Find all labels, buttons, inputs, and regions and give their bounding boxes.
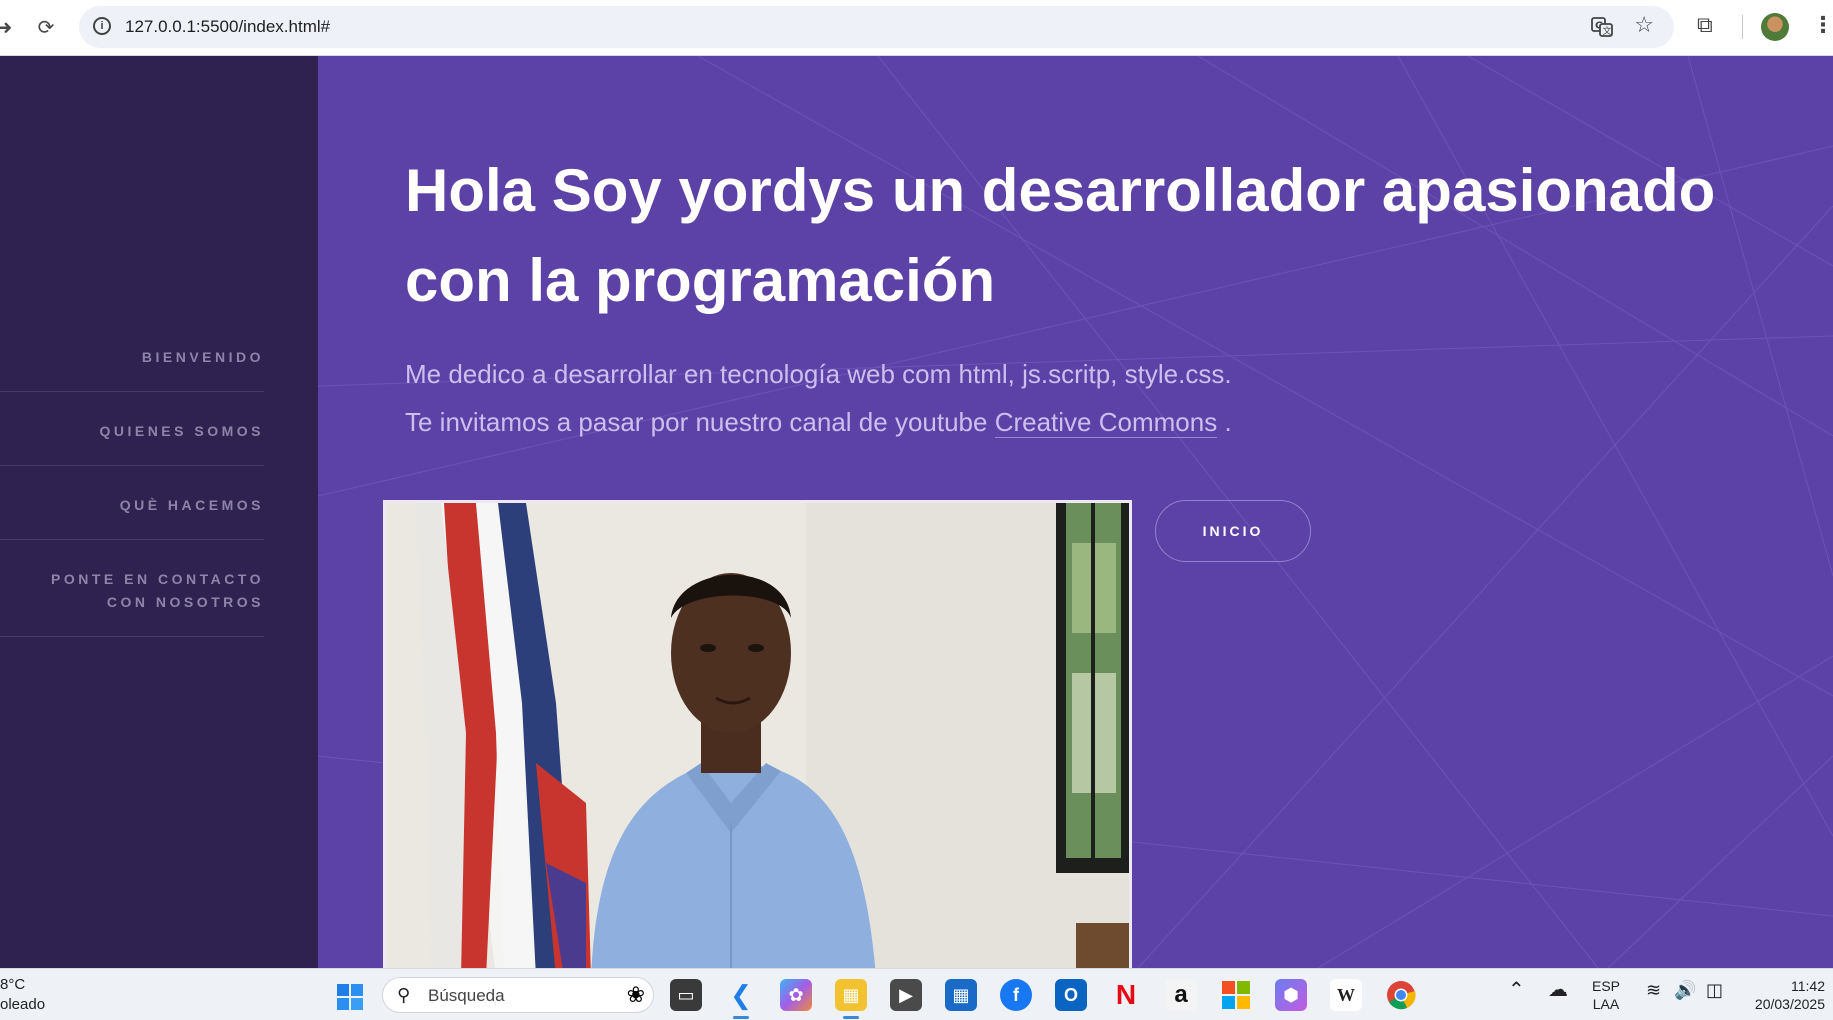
microsoft-store-icon[interactable]: ▦ <box>945 979 977 1011</box>
profile-photo <box>383 500 1132 968</box>
forward-icon[interactable]: ➜ <box>0 14 18 42</box>
language-code: ESP <box>1592 978 1621 994</box>
address-bar[interactable]: i 127.0.0.1:5500/index.html# G 文 ☆ <box>79 6 1674 48</box>
hero-headline: Hola Soy yordys un desarrollador apasion… <box>405 157 1716 314</box>
clock-date: 20/03/2025 <box>1754 996 1825 1012</box>
file-explorer-icon[interactable]: ▦ <box>835 979 867 1019</box>
creative-commons-link[interactable]: Creative Commons <box>994 407 1218 438</box>
sidebar-item-quienes-somos[interactable]: QUIENES SOMOS <box>0 420 264 466</box>
intro-line-1: Me dedico a desarrollar en tecnología we… <box>405 359 1232 389</box>
battery-icon[interactable]: ◫ <box>1706 981 1723 999</box>
translate-icon[interactable]: G 文 <box>1590 15 1614 39</box>
weather-description: oleado <box>0 996 46 1013</box>
microsoft-365-icon[interactable] <box>1220 979 1252 1011</box>
media-player-icon[interactable]: ▶ <box>890 979 922 1011</box>
intro-line-2-suffix: . <box>1224 407 1232 437</box>
menu-kebab-icon[interactable]: ⋮ <box>1812 12 1833 38</box>
weather-temperature: 8°C <box>0 976 26 993</box>
search-placeholder: Búsqueda <box>428 986 505 1005</box>
wifi-icon[interactable]: ≋ <box>1646 981 1661 999</box>
language-indicator[interactable]: ESP LAA <box>1592 977 1620 1013</box>
amazon-icon[interactable]: a <box>1165 979 1197 1011</box>
weather-widget[interactable]: 8°C oleado <box>0 975 45 1015</box>
main-content: Hola Soy yordys un desarrollador apasion… <box>318 56 1833 968</box>
copilot-icon[interactable]: ✿ <box>780 979 812 1011</box>
bookmark-star-icon[interactable]: ☆ <box>1634 12 1654 38</box>
clock-time: 11:42 <box>1791 978 1825 994</box>
sidebar-item-contacto[interactable]: PONTE EN CONTACTO CON NOSOTROS <box>0 568 264 637</box>
vscode-icon[interactable]: ❮ <box>725 979 757 1019</box>
facebook-icon[interactable]: f <box>1000 979 1032 1011</box>
sidebar-nav: BIENVENIDO QUIENES SOMOS QUÈ HACEMOS PON… <box>0 346 264 665</box>
outlook-icon[interactable]: O <box>1055 979 1087 1011</box>
keyboard-layout: LAA <box>1592 996 1620 1012</box>
sidebar-item-bienvenido[interactable]: BIENVENIDO <box>0 346 264 392</box>
extensions-icon[interactable]: ⧉ <box>1697 12 1713 38</box>
intro-line-2-prefix: Te invitamos a pasar por nuestro canal d… <box>405 407 988 437</box>
file-explorer-dark-icon[interactable]: ▭ <box>670 979 702 1011</box>
windows-start-icon[interactable] <box>336 983 364 1011</box>
show-hidden-icons-chevron-icon[interactable]: ⌃ <box>1508 980 1525 1000</box>
svg-text:文: 文 <box>1603 25 1612 37</box>
volume-icon[interactable]: 🔊 <box>1674 981 1696 999</box>
web-page: BIENVENIDO QUIENES SOMOS QUÈ HACEMOS PON… <box>0 56 1833 968</box>
hero-intro: Me dedico a desarrollar en tecnología we… <box>405 350 1605 446</box>
onedrive-icon[interactable]: ☁ <box>1548 980 1568 1000</box>
search-highlight-icon: ❀ <box>626 982 645 1007</box>
url-text[interactable]: 127.0.0.1:5500/index.html# <box>125 17 330 37</box>
browser-toolbar: ➜ ⟳ i 127.0.0.1:5500/index.html# G 文 ☆ ⧉… <box>0 0 1833 56</box>
search-icon: ⚲ <box>397 985 411 1005</box>
chrome-icon[interactable] <box>1385 979 1417 1011</box>
inicio-button[interactable]: INICIO <box>1155 500 1311 562</box>
copilot-app-icon[interactable]: ⬢ <box>1275 979 1307 1011</box>
taskbar-search[interactable]: ⚲ Búsqueda ❀ <box>382 977 654 1013</box>
netflix-icon[interactable]: N <box>1110 979 1142 1011</box>
wikipedia-icon[interactable]: W <box>1330 979 1362 1011</box>
sidebar-item-que-hacemos[interactable]: QUÈ HACEMOS <box>0 494 264 540</box>
system-clock[interactable]: 11:42 20/03/2025 <box>1755 977 1825 1013</box>
profile-avatar[interactable] <box>1761 13 1789 41</box>
toolbar-divider <box>1742 15 1743 39</box>
reload-icon[interactable]: ⟳ <box>32 14 60 42</box>
site-info-icon[interactable]: i <box>93 17 111 35</box>
windows-taskbar: 8°C oleado ⚲ Búsqueda ❀ ▭ ❮ ✿ ▦ ▶ ▦ f O … <box>0 968 1833 1020</box>
portrait-illustration <box>386 503 1129 968</box>
sidebar: BIENVENIDO QUIENES SOMOS QUÈ HACEMOS PON… <box>0 56 318 968</box>
